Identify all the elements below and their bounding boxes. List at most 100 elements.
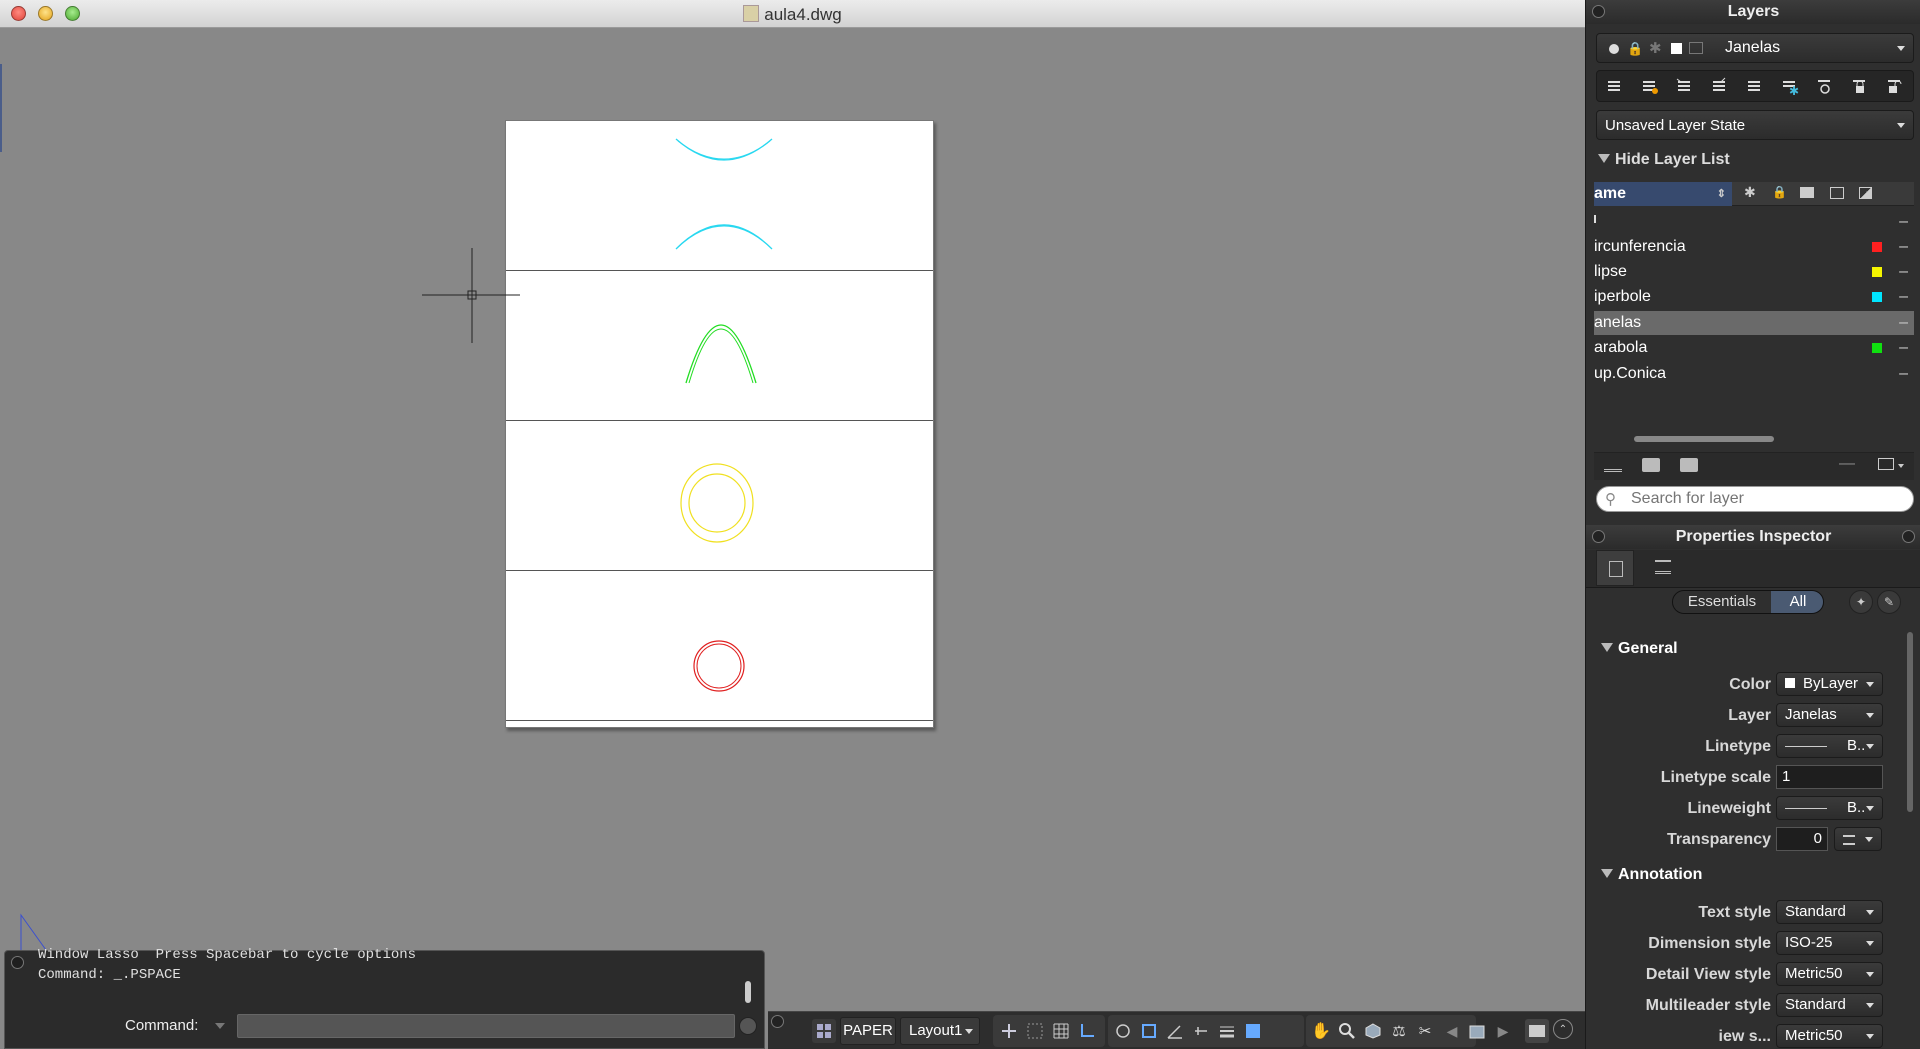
layer-search-field[interactable]: ⚲ <box>1596 486 1914 512</box>
viewport-parabola[interactable] <box>506 271 933 421</box>
color-column-icon[interactable] <box>1859 187 1872 199</box>
hide-layer-list-toggle[interactable]: Hide Layer List <box>1598 151 1730 169</box>
all-tab[interactable]: All <box>1771 591 1823 613</box>
transparency-icon[interactable] <box>1241 1019 1265 1043</box>
multileader-style-dropdown[interactable]: Standard <box>1776 993 1883 1017</box>
new-layer-icon[interactable] <box>1604 75 1626 97</box>
workspace-icon[interactable] <box>1465 1019 1489 1043</box>
previous-layer-icon[interactable] <box>1709 75 1731 97</box>
turn-off-layer-icon[interactable] <box>1814 75 1836 97</box>
layer-row[interactable]: – <box>1594 210 1914 234</box>
layer-properties-tab[interactable] <box>1644 550 1682 586</box>
layer-color-swatch[interactable] <box>1872 343 1882 353</box>
columns-menu-icon[interactable] <box>1878 458 1894 470</box>
layer-color-swatch[interactable] <box>1872 292 1882 302</box>
plot-column-icon[interactable] <box>1800 187 1814 198</box>
layer-row-selected[interactable]: anelas – <box>1594 311 1914 335</box>
lineweight-icon[interactable] <box>1215 1019 1239 1043</box>
command-scrollbar[interactable] <box>745 981 751 1003</box>
dimension-style-dropdown[interactable]: ISO-25 <box>1776 931 1883 955</box>
hide-layer-list-label: Hide Layer List <box>1615 151 1730 168</box>
polar-tracking-icon[interactable] <box>1111 1019 1135 1043</box>
freeze-layer-icon[interactable]: ✱ <box>1779 75 1801 97</box>
snap-icon[interactable] <box>997 1019 1021 1043</box>
ortho-icon[interactable] <box>1075 1019 1099 1043</box>
linetype-scale-input[interactable]: 1 <box>1776 765 1883 789</box>
quick-select-button[interactable]: ✦ <box>1849 590 1873 614</box>
text-style-dropdown[interactable]: Standard <box>1776 900 1883 924</box>
command-dropdown-icon[interactable] <box>215 1023 225 1029</box>
name-column-header[interactable]: ame ⇕ <box>1594 182 1732 206</box>
viewport-circunferencia[interactable] <box>506 571 933 721</box>
layer-search-input[interactable] <box>1631 488 1901 510</box>
orbit-cube-icon[interactable] <box>1361 1019 1385 1043</box>
new-group-filter-icon[interactable] <box>1642 458 1660 472</box>
command-window-close-icon[interactable] <box>11 956 24 969</box>
layer-row[interactable]: up.Conica – <box>1594 362 1914 386</box>
command-history-toggle-icon[interactable] <box>739 1017 757 1035</box>
layer-row[interactable]: arabola – <box>1594 336 1914 360</box>
annotation-section-header[interactable]: Annotation <box>1601 866 1702 884</box>
annotation-scale-icon[interactable]: ⚖ <box>1387 1019 1411 1043</box>
delete-layer-icon[interactable]: — <box>1839 455 1855 473</box>
command-input[interactable] <box>237 1014 735 1038</box>
annotation-visibility-icon[interactable]: ✂ <box>1413 1019 1437 1043</box>
unlock-layer-icon[interactable] <box>1884 75 1906 97</box>
layer-color-swatch[interactable] <box>1872 242 1882 252</box>
viewport-hiperbole[interactable] <box>506 121 933 271</box>
set-current-layer-icon[interactable] <box>1639 75 1661 97</box>
properties-close-icon[interactable] <box>1592 530 1605 543</box>
layout-selector[interactable]: Layout1 <box>900 1017 980 1045</box>
previous-arrow-icon[interactable]: ◀ <box>1440 1019 1464 1043</box>
general-section-header[interactable]: General <box>1601 640 1678 658</box>
grid-display-icon[interactable] <box>1023 1019 1047 1043</box>
viewport-elipse[interactable] <box>506 421 933 571</box>
layer-state-dropdown[interactable]: Unsaved Layer State <box>1596 110 1914 140</box>
essentials-tab[interactable]: Essentials <box>1673 591 1771 613</box>
lineweight-dropdown[interactable]: B.. <box>1776 796 1883 820</box>
linetype-dropdown[interactable]: B.. <box>1776 734 1883 758</box>
current-layer-dropdown[interactable]: 🔒 ✱ Janelas <box>1596 33 1914 63</box>
freeze-column-icon[interactable]: ✱ <box>1744 184 1756 201</box>
layer-row[interactable]: ircunferencia – <box>1594 235 1914 259</box>
transparency-mode-dropdown[interactable] <box>1834 827 1882 851</box>
paper-model-toggle-button[interactable]: PAPER <box>840 1017 896 1045</box>
color-dropdown[interactable]: ByLayer <box>1776 672 1883 696</box>
grid-icon[interactable] <box>1049 1019 1073 1043</box>
properties-tab-strip <box>1586 550 1920 588</box>
layer-dropdown[interactable]: Janelas <box>1776 703 1883 727</box>
object-properties-tab[interactable] <box>1596 550 1634 586</box>
pick-object-button[interactable]: ✎ <box>1877 590 1901 614</box>
clean-screen-icon[interactable] <box>1525 1019 1549 1043</box>
viewport-freeze-column-icon[interactable] <box>1830 187 1844 199</box>
general-label: General <box>1618 640 1678 657</box>
chevron-down-icon[interactable] <box>1898 464 1904 468</box>
status-menu-icon[interactable]: ⌃ <box>1553 1019 1573 1039</box>
layer-list-scrollbar[interactable] <box>1634 436 1774 442</box>
new-layer-bottom-icon[interactable] <box>1604 458 1622 472</box>
angle-icon[interactable] <box>1163 1019 1187 1043</box>
properties-options-icon[interactable] <box>1902 530 1915 543</box>
transparency-input[interactable]: 0 <box>1776 827 1828 851</box>
object-snap-icon[interactable] <box>1137 1019 1161 1043</box>
detail-view-style-dropdown[interactable]: Metric50 <box>1776 962 1883 986</box>
dynamic-input-icon[interactable] <box>1189 1019 1213 1043</box>
layer-row[interactable]: iperbole – <box>1594 285 1914 309</box>
zoom-icon[interactable] <box>1335 1019 1359 1043</box>
status-bar-close-icon[interactable] <box>771 1015 784 1028</box>
view-style-dropdown[interactable]: Metric50 <box>1776 1024 1883 1048</box>
pan-hand-icon[interactable]: ✋ <box>1309 1019 1333 1043</box>
paper-sheet[interactable] <box>505 120 934 728</box>
layer-color-swatch[interactable] <box>1872 267 1882 277</box>
lock-column-icon[interactable]: 🔒 <box>1772 185 1787 199</box>
match-layer-icon[interactable] <box>1674 75 1696 97</box>
next-arrow-icon[interactable]: ▶ <box>1491 1019 1515 1043</box>
drawing-canvas[interactable] <box>0 28 1585 1049</box>
layout-grid-icon[interactable] <box>812 1019 836 1043</box>
isolate-layer-icon[interactable] <box>1744 75 1766 97</box>
new-property-filter-icon[interactable] <box>1680 458 1698 472</box>
layers-close-icon[interactable] <box>1592 5 1605 18</box>
layer-row[interactable]: lipse – <box>1594 260 1914 284</box>
prop-label: Linetype <box>1705 738 1771 755</box>
lock-layer-icon[interactable] <box>1849 75 1871 97</box>
